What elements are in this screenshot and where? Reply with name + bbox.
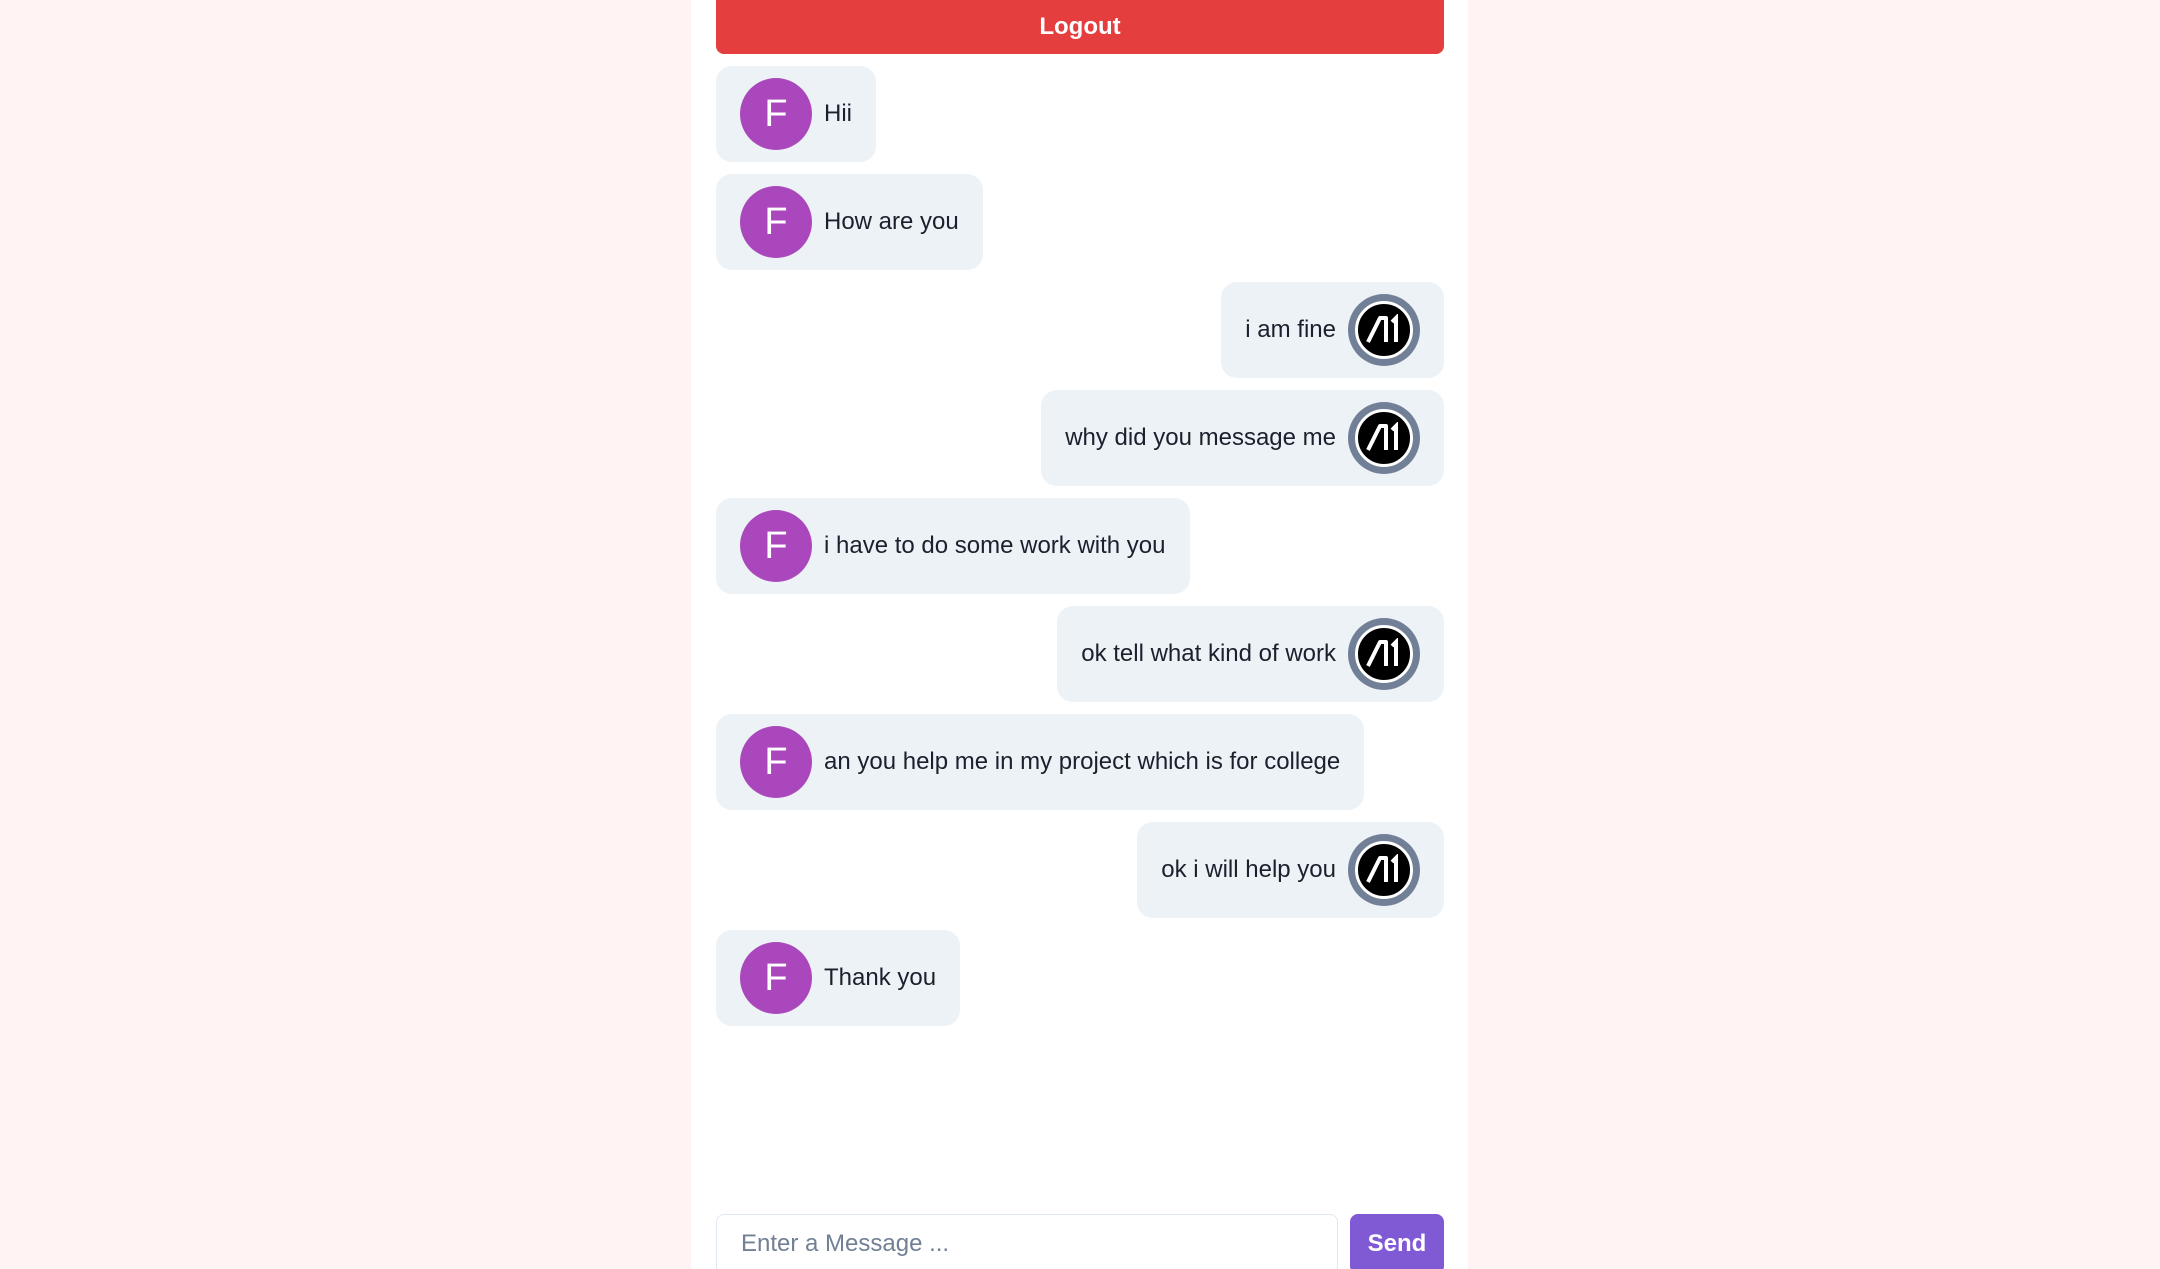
message-bubble: i am fine — [1221, 282, 1444, 378]
message-bubble: F How are you — [716, 174, 983, 270]
send-button[interactable]: Send — [1350, 1214, 1444, 1269]
message-row: i am fine — [716, 282, 1444, 378]
message-row: F an you help me in my project which is … — [716, 714, 1444, 810]
message-text: why did you message me — [1065, 424, 1336, 451]
sender-avatar[interactable]: F — [740, 510, 812, 582]
message-row: F Thank you — [716, 930, 1444, 1026]
sender-avatar[interactable]: F — [740, 78, 812, 150]
ai-logo-glyph — [1366, 638, 1398, 667]
message-text: an you help me in my project which is fo… — [824, 748, 1341, 775]
message-text: Hii — [824, 100, 852, 127]
message-bubble: ok i will help you — [1137, 822, 1444, 918]
ai-logo-icon[interactable] — [1348, 294, 1420, 366]
message-bubble: F an you help me in my project which is … — [716, 714, 1365, 810]
message-text: i am fine — [1245, 316, 1336, 343]
message-bubble: ok tell what kind of work — [1057, 606, 1444, 702]
message-text: i have to do some work with you — [824, 532, 1166, 559]
message-text: ok i will help you — [1161, 856, 1336, 883]
ai-logo-glyph — [1366, 854, 1398, 883]
message-composer: Send — [716, 1214, 1444, 1269]
message-list: F Hii F How are you i am fine why did yo… — [716, 66, 1444, 1038]
ai-logo-glyph — [1366, 422, 1398, 451]
sender-avatar[interactable]: F — [740, 186, 812, 258]
message-row: F i have to do some work with you — [716, 498, 1444, 594]
message-bubble: why did you message me — [1041, 390, 1444, 486]
ai-logo-icon[interactable] — [1348, 402, 1420, 474]
sender-avatar[interactable]: F — [740, 726, 812, 798]
sender-avatar[interactable]: F — [740, 942, 812, 1014]
message-text: How are you — [824, 208, 959, 235]
message-bubble: F i have to do some work with you — [716, 498, 1190, 594]
message-row: ok i will help you — [716, 822, 1444, 918]
chat-panel: Logout F Hii F How are you i am fine why… — [691, 0, 1468, 1269]
message-bubble: F Hii — [716, 66, 876, 162]
ai-logo-glyph — [1366, 314, 1398, 343]
ai-logo-icon[interactable] — [1348, 834, 1420, 906]
message-bubble: F Thank you — [716, 930, 961, 1026]
message-row: F How are you — [716, 174, 1444, 270]
message-text: Thank you — [824, 964, 937, 991]
logout-button[interactable]: Logout — [716, 0, 1444, 54]
message-row: F Hii — [716, 66, 1444, 162]
message-row: ok tell what kind of work — [716, 606, 1444, 702]
message-text: ok tell what kind of work — [1081, 640, 1336, 667]
message-input[interactable] — [716, 1214, 1338, 1269]
ai-logo-icon[interactable] — [1348, 618, 1420, 690]
message-row: why did you message me — [716, 390, 1444, 486]
